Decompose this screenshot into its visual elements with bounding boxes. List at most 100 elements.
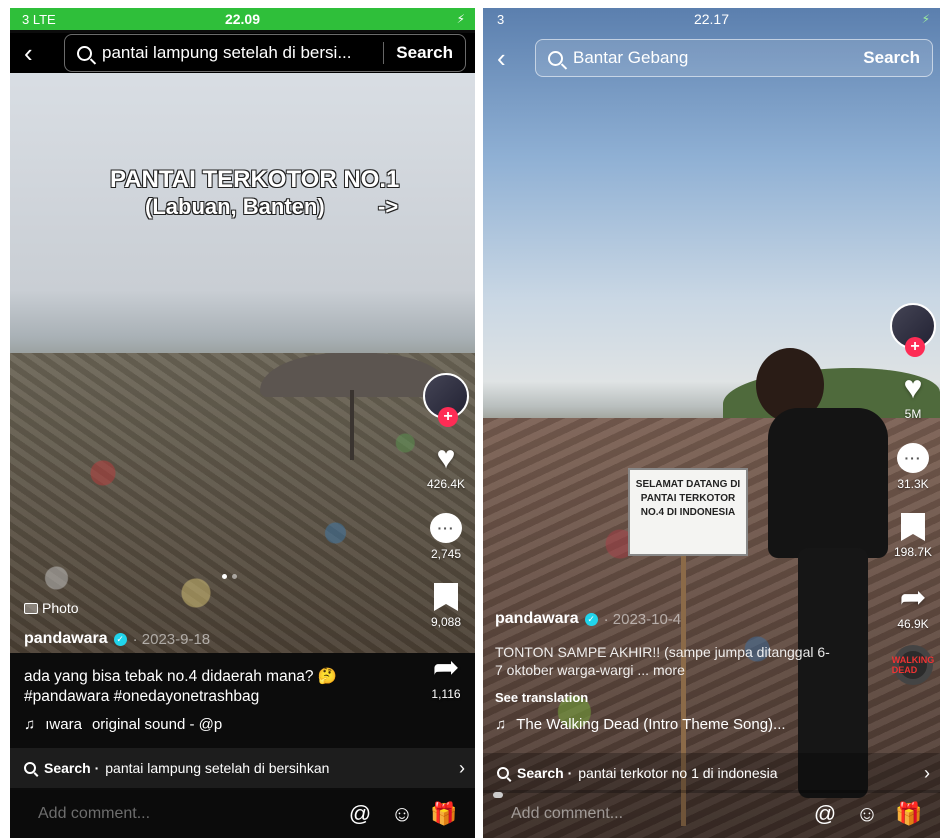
bookmark-icon [900,513,925,541]
music-row[interactable]: ♫ The Walking Dead (Intro Theme Song)... [495,716,786,733]
music-title: original sound - @p [91,716,223,733]
search-query[interactable]: Bantar Gebang [573,48,851,68]
video-photo[interactable] [10,68,475,653]
comment-bar: Add comment... @ ☺ 🎁 [483,790,940,838]
comment-count: 2,745 [430,547,462,561]
action-rail: + ♥ 5M ··· 31.3K 198.7K ➦ 46.9K WALKING … [885,303,940,685]
save-button[interactable]: 9,088 [431,583,461,629]
share-button[interactable]: ➦ 46.9K [897,581,928,631]
comment-count: 31.3K [897,477,929,491]
comment-input[interactable]: Add comment... [511,805,812,823]
share-icon: ➦ [899,579,927,615]
comment-icon: ··· [430,513,462,543]
like-button[interactable]: ♥ 5M [904,371,923,421]
umbrella-pole [350,390,354,460]
carousel-dots [222,574,237,579]
music-row[interactable]: ♫ ıwara original sound - @p [24,716,222,733]
search-query[interactable]: pantai lampung setelah di bersi... [102,43,383,63]
music-title: The Walking Dead (Intro Theme Song)... [516,716,786,733]
heart-icon: ♥ [436,439,456,475]
video-caption[interactable]: TONTON SAMPE AKHIR!! (sampe jumpa ditang… [495,643,830,679]
comment-actions: @ ☺ 🎁 [812,801,923,827]
heart-icon: ♥ [903,369,923,405]
right-screenshot: SELAMAT DATANG DI PANTAI TERKOTOR NO.4 D… [483,8,940,838]
comment-button[interactable]: ··· 2,745 [430,513,462,561]
creator-avatar[interactable]: + [890,303,936,357]
chevron-right-icon: › [459,757,465,778]
comment-icon: ··· [897,443,929,473]
left-screenshot: 3 LTE 22.09 ⚡ ‹ pantai lampung setelah d… [10,8,475,838]
search-button[interactable]: Search [851,47,932,69]
search-button[interactable]: Search [383,42,465,64]
author-row: pandawara ✓ · 2023-10-4 [495,610,681,628]
follow-plus-icon[interactable]: + [905,337,925,357]
welcome-sign: SELAMAT DATANG DI PANTAI TERKOTOR NO.4 D… [628,468,748,556]
share-button[interactable]: ➦ 1,116 [431,651,460,701]
follow-plus-icon[interactable]: + [438,407,458,427]
video-frame[interactable]: SELAMAT DATANG DI PANTAI TERKOTOR NO.4 D… [483,8,940,838]
like-button[interactable]: ♥ 426.4K [427,441,465,491]
related-search-query: pantai terkotor no 1 di indonesia [578,765,778,781]
comment-bar: Add comment... @ ☺ 🎁 [10,790,475,838]
related-search-label: Search · [44,760,100,776]
share-count: 1,116 [431,687,461,701]
search-icon [24,762,36,774]
save-count: 9,088 [430,615,462,629]
username[interactable]: pandawara [24,630,108,648]
creator-avatar[interactable]: + [423,373,469,427]
gift-icon[interactable]: 🎁 [430,801,457,827]
search-icon [548,50,563,66]
related-search-label: Search · [517,765,573,781]
at-icon[interactable]: @ [812,801,838,827]
search-header: ‹ Bantar Gebang Search [483,38,940,78]
like-count: 5M [904,407,922,421]
overlay-arrow: -> [378,194,399,219]
save-count: 198.7K [893,545,933,559]
related-search-bar[interactable]: Search · pantai terkotor no 1 di indones… [483,753,940,793]
overlay-line-1: PANTAI TERKOTOR NO.1 [110,166,400,193]
sound-disc[interactable]: WALKING DEAD [892,645,934,685]
comment-actions: @ ☺ 🎁 [347,801,458,827]
video-caption[interactable]: ada yang bisa tebak no.4 didaerah mana? … [24,667,404,707]
music-note-icon: ♫ [24,716,36,733]
username[interactable]: pandawara [495,610,579,628]
battery-icon: ⚡ [921,12,930,26]
search-field[interactable]: Bantar Gebang Search [535,39,933,77]
see-translation-link[interactable]: See translation [495,690,588,705]
emoji-icon[interactable]: ☺ [854,801,880,827]
comment-input[interactable]: Add comment... [38,805,347,823]
comment-button[interactable]: ··· 31.3K [897,443,929,491]
search-header: ‹ pantai lampung setelah di bersi... Sea… [10,33,475,73]
save-button[interactable]: 198.7K [894,513,932,559]
status-bar: 3 22.17 ⚡ [483,8,940,30]
search-icon [497,767,509,779]
emoji-icon[interactable]: ☺ [389,801,415,827]
photo-badge: Photo [24,600,79,616]
search-icon [77,45,92,61]
gift-icon[interactable]: 🎁 [895,801,922,827]
search-field[interactable]: pantai lampung setelah di bersi... Searc… [64,34,466,72]
share-icon: ➦ [432,649,460,685]
overlay-line-2: (Labuan, Banten) [145,194,325,219]
post-date: · 2023-9-18 [132,630,211,648]
carousel-dot [232,574,237,579]
author-row: pandawara ✓ · 2023-9-18 [24,630,210,648]
person-body [768,408,888,558]
photo-label: Photo [42,600,79,616]
back-icon[interactable]: ‹ [497,45,506,71]
action-rail: + ♥ 426.4K ··· 2,745 9,088 ➦ 1,116 [418,373,474,701]
music-note-icon: ♫ [495,716,507,733]
carousel-dot [222,574,227,579]
share-count: 46.9K [897,617,929,631]
clock: 22.17 [693,11,730,27]
verified-icon: ✓ [584,612,598,626]
chevron-right-icon: › [924,762,930,783]
post-date: · 2023-10-4 [603,610,682,628]
music-artist: ıwara [45,716,82,733]
related-search-bar[interactable]: Search · pantai lampung setelah di bersi… [10,748,475,788]
at-icon[interactable]: @ [347,801,373,827]
like-count: 426.4K [426,477,466,491]
back-icon[interactable]: ‹ [24,40,33,66]
trash-ground [10,353,475,653]
bookmark-icon [434,583,458,611]
